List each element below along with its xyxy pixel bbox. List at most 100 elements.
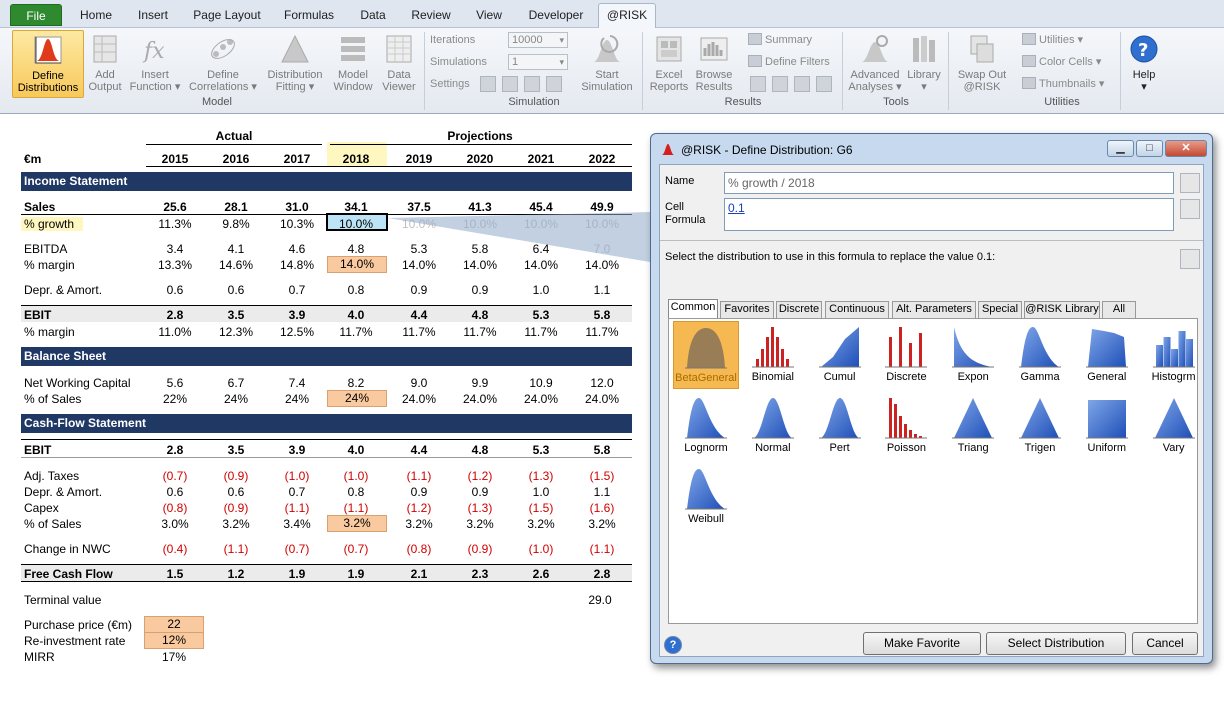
cell-cf-depr[interactable]: 0.6 — [207, 485, 265, 499]
start-simulation-button[interactable]: Start Simulation — [576, 30, 638, 98]
cell-cf-ebit[interactable]: 4.4 — [390, 443, 448, 457]
cell-cf-ebit[interactable]: 4.8 — [451, 443, 509, 457]
cancel-button[interactable]: Cancel — [1132, 632, 1198, 655]
distribution-general[interactable]: General — [1074, 321, 1140, 389]
cell-cf-depr[interactable]: 1.0 — [512, 485, 570, 499]
cell-depr[interactable]: 0.6 — [207, 283, 265, 297]
cell-margin1[interactable]: 14.0% — [573, 258, 631, 272]
distribution-weibull[interactable]: Weibull — [673, 463, 739, 531]
cell-depr[interactable]: 0.6 — [146, 283, 204, 297]
results-option-icon[interactable] — [750, 76, 766, 92]
function-fx-icon[interactable] — [1180, 199, 1200, 219]
dialog-title-bar[interactable]: @RISK - Define Distribution: G6 ▁ □ ✕ — [651, 134, 1212, 164]
summary-button[interactable]: Summary — [748, 32, 812, 48]
cell-growth[interactable]: 10.0% — [512, 217, 570, 231]
purchase-price-input[interactable]: 22 — [144, 616, 204, 633]
tab-review[interactable]: Review — [404, 6, 458, 26]
cell-fcf[interactable]: 1.2 — [207, 567, 265, 581]
cell-capex[interactable]: (1.2) — [390, 501, 448, 515]
cell-margin2[interactable]: 11.7% — [573, 325, 631, 339]
cell-growth[interactable]: 9.8% — [207, 217, 265, 231]
cell-sales[interactable]: 45.4 — [512, 200, 570, 214]
cell-ebit[interactable]: 3.5 — [207, 308, 265, 322]
cell-fcf[interactable]: 2.3 — [451, 567, 509, 581]
cell-chg-nwc[interactable]: (1.0) — [512, 542, 570, 556]
cell-depr[interactable]: 0.9 — [390, 283, 448, 297]
add-output-button[interactable]: Add Output — [86, 30, 124, 98]
cell-sales[interactable]: 41.3 — [451, 200, 509, 214]
cell-cf-depr[interactable]: 0.8 — [327, 485, 385, 499]
terminal-value[interactable]: 29.0 — [570, 593, 630, 607]
cell-chg-nwc[interactable]: (1.1) — [573, 542, 631, 556]
cell-margin2[interactable]: 12.3% — [207, 325, 265, 339]
cell-taxes[interactable]: (1.1) — [390, 469, 448, 483]
convergence-icon[interactable] — [546, 76, 562, 92]
settings-label[interactable]: Settings — [430, 76, 470, 92]
distribution-normal[interactable]: Normal — [740, 392, 806, 460]
distribution-fitting-button[interactable]: Distribution Fitting ▾ — [262, 30, 328, 98]
cell-margin1[interactable]: 14.6% — [207, 258, 265, 272]
distribution-cumul[interactable]: Cumul — [807, 321, 873, 389]
cell-ebitda[interactable]: 4.8 — [327, 242, 385, 256]
distribution-lognorm[interactable]: Lognorm — [673, 392, 739, 460]
cell-taxes[interactable]: (0.7) — [146, 469, 204, 483]
cell-margin2[interactable]: 12.5% — [268, 325, 326, 339]
library-button[interactable]: Library ▾ — [904, 30, 944, 98]
cell-chg-nwc[interactable]: (0.8) — [390, 542, 448, 556]
cell-ebit[interactable]: 5.3 — [512, 308, 570, 322]
cell-cf-ebit[interactable]: 2.8 — [146, 443, 204, 457]
cell-ebit[interactable]: 3.9 — [268, 308, 326, 322]
select-distribution-button[interactable]: Select Distribution — [986, 632, 1126, 655]
cell-taxes[interactable]: (1.5) — [573, 469, 631, 483]
results-option-icon[interactable] — [772, 76, 788, 92]
cell-nwc[interactable]: 9.0 — [390, 376, 448, 390]
cell-capex-pct[interactable]: 3.2% — [451, 517, 509, 531]
cell-cf-depr[interactable]: 0.9 — [390, 485, 448, 499]
cell-growth[interactable]: 10.0% — [573, 217, 631, 231]
define-correlations-button[interactable]: Define Correlations ▾ — [186, 30, 260, 98]
spreadsheet-area[interactable]: Actual Projections €m 2015 2016 2017 2018 20… — [0, 115, 650, 719]
cell-taxes[interactable]: (1.3) — [512, 469, 570, 483]
tab-data[interactable]: Data — [350, 6, 396, 26]
cell-ebitda[interactable]: 5.8 — [451, 242, 509, 256]
advanced-analyses-button[interactable]: Advanced Analyses ▾ — [846, 30, 904, 98]
distribution-binomial[interactable]: Binomial — [740, 321, 806, 389]
cell-fcf[interactable]: 2.8 — [573, 567, 631, 581]
cell-fcf[interactable]: 1.5 — [146, 567, 204, 581]
dist-tab-common[interactable]: Common — [668, 299, 718, 318]
tab-page-layout[interactable]: Page Layout — [188, 6, 266, 26]
cell-taxes[interactable]: (1.2) — [451, 469, 509, 483]
minimize-button[interactable]: ▁ — [1107, 140, 1134, 157]
cell-ebit[interactable]: 4.0 — [327, 308, 385, 322]
make-favorite-button[interactable]: Make Favorite — [863, 632, 981, 655]
cell-nwc[interactable]: 10.9 — [512, 376, 570, 390]
cell-margin1[interactable]: 14.0% — [327, 256, 387, 273]
cell-growth[interactable]: 10.0% — [327, 217, 385, 231]
cell-nwc-pct[interactable]: 24.0% — [451, 392, 509, 406]
cell-capex-pct[interactable]: 3.4% — [268, 517, 326, 531]
cell-ebitda[interactable]: 7.0 — [573, 242, 631, 256]
distribution-discrete[interactable]: Discrete — [873, 321, 939, 389]
distribution-triang[interactable]: Triang — [940, 392, 1006, 460]
cell-depr[interactable]: 0.7 — [268, 283, 326, 297]
cell-sales[interactable]: 28.1 — [207, 200, 265, 214]
cell-growth[interactable]: 11.3% — [146, 217, 204, 231]
cell-fcf[interactable]: 2.6 — [512, 567, 570, 581]
cell-cf-depr[interactable]: 0.6 — [146, 485, 204, 499]
cell-depr[interactable]: 1.1 — [573, 283, 631, 297]
cell-margin2[interactable]: 11.7% — [451, 325, 509, 339]
cell-ebitda[interactable]: 4.1 — [207, 242, 265, 256]
cell-nwc[interactable]: 7.4 — [268, 376, 326, 390]
cell-nwc-pct[interactable]: 22% — [146, 392, 204, 406]
results-option-icon[interactable] — [816, 76, 832, 92]
thumbnails-button[interactable]: Thumbnails ▾ — [1022, 76, 1104, 92]
cell-taxes[interactable]: (1.0) — [327, 469, 385, 483]
tab-home[interactable]: Home — [72, 6, 120, 26]
model-window-button[interactable]: Model Window — [330, 30, 376, 98]
cell-nwc-pct[interactable]: 24% — [327, 390, 387, 407]
cell-capex-pct[interactable]: 3.2% — [512, 517, 570, 531]
maximize-button[interactable]: □ — [1136, 140, 1163, 157]
dist-tab-all[interactable]: All — [1102, 301, 1136, 318]
close-button[interactable]: ✕ — [1165, 140, 1207, 157]
cell-capex[interactable]: (0.8) — [146, 501, 204, 515]
